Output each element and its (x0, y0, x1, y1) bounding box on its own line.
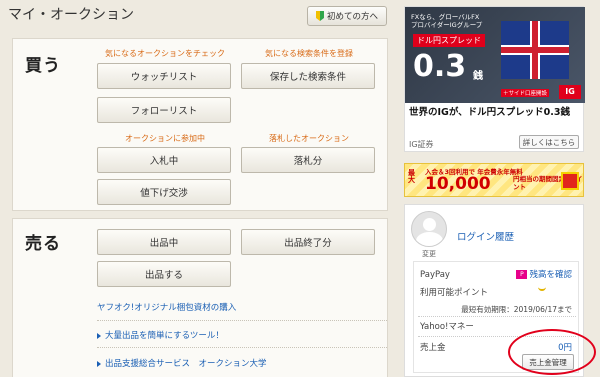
auction-university-label: 出品支援総合サービス オークション大学 (105, 359, 267, 369)
paypay-balance-link[interactable]: P 残高を確認 (516, 268, 572, 280)
avatar-head (423, 218, 436, 231)
caption-saved-search: 気になる検索条件を登録 (265, 49, 353, 58)
ad-label: ドル円スプレッド (413, 34, 485, 47)
avatar-change-label[interactable]: 変更 (405, 249, 453, 259)
tpoint-banner[interactable]: 最大 入会＆3回利用で 年会費永年無料 10,000 円相当の期間固定Tポイント (404, 163, 584, 197)
beginner-guide-button[interactable]: 初めての方へ (307, 6, 387, 26)
caption-watch: 気になるオークションをチェック (105, 49, 225, 58)
saved-search-button[interactable]: 保存した検索条件 (241, 63, 375, 89)
gift-card-icon (561, 172, 579, 190)
points-coin-icon (538, 287, 546, 291)
paypay-balance-label: 残高を確認 (529, 270, 572, 280)
beginner-guide-label: 初めての方へ (326, 12, 378, 22)
sales-amount: 0円 (558, 343, 572, 353)
follow-list-button[interactable]: フォローリスト (97, 97, 231, 123)
wallet-box: PayPay P 残高を確認 利用可能ポイント 最短有効期限：2019/06/1… (413, 261, 579, 373)
divider (97, 347, 387, 348)
bullet-icon (97, 360, 101, 367)
ig-logo-icon: IG (559, 85, 581, 99)
packing-materials-link[interactable]: ヤフオク!オリジナル梱包資材の購入 (97, 301, 236, 313)
available-points-label: 利用可能ポイント (420, 288, 489, 298)
yahoo-money-label: Yahoo!マネー (420, 322, 474, 332)
union-jack-flag-icon (501, 21, 569, 79)
ad-tagline-line2: プロバイダーIGグループ (411, 21, 483, 30)
bidding-button[interactable]: 入札中 (97, 147, 231, 173)
ad-mini-label: ＋サイド口座開設 (501, 89, 550, 97)
bulk-listing-tool-label: 大量出品を簡単にするツール！ (105, 331, 224, 341)
ad-spread-unit: 銭 (473, 71, 483, 82)
bulk-listing-tool-link[interactable]: 大量出品を簡単にするツール！ (97, 329, 224, 341)
negotiation-button[interactable]: 値下げ交渉 (97, 179, 231, 205)
paypay-icon: P (516, 269, 528, 279)
bullet-icon (97, 332, 101, 339)
banner-amount: 10,000 (425, 174, 491, 194)
watchlist-button[interactable]: ウォッチリスト (97, 63, 231, 89)
avatar[interactable] (411, 211, 447, 247)
divider (418, 336, 576, 337)
fx-ad[interactable]: FXなら、グローバルFX プロバイダーIGグループ ドル円スプレッド 0.3 銭… (404, 6, 585, 152)
avatar-body (416, 232, 443, 246)
sell-panel: 売る 出品中 出品終了分 出品する ヤフオク!オリジナル梱包資材の購入 大量出品… (12, 218, 388, 377)
ended-listing-button[interactable]: 出品終了分 (241, 229, 375, 255)
sales-manage-button[interactable]: 売上金管理 (522, 354, 574, 370)
auction-university-link[interactable]: 出品支援総合サービス オークション大学 (97, 357, 267, 369)
listing-button[interactable]: 出品中 (97, 229, 231, 255)
points-expire: 最短有効期限：2019/06/17まで (461, 305, 572, 314)
beginner-mark-icon (315, 11, 324, 21)
caption-bidding: オークションに参加中 (125, 134, 205, 143)
login-history-link[interactable]: ログイン履歴 (457, 229, 514, 243)
ad-tagline: FXなら、グローバルFX プロバイダーIGグループ (411, 13, 482, 30)
ad-headline[interactable]: 世界のIGが、ドル円スプレッド0.3銭 (409, 107, 583, 119)
paypay-label: PayPay (420, 270, 450, 280)
page-title: マイ・オークション (8, 7, 134, 23)
buy-section-title: 買う (25, 56, 61, 76)
banner-side-text: 最大 (408, 169, 415, 184)
sell-section-title: 売る (25, 234, 61, 254)
sales-label: 売上金 (420, 343, 446, 353)
ad-more-button[interactable]: 詳しくはこちら (519, 135, 579, 149)
divider (97, 320, 387, 321)
won-button[interactable]: 落札分 (241, 147, 375, 173)
user-card: 変更 ログイン履歴 PayPay P 残高を確認 利用可能ポイント 最短有効期限… (404, 204, 584, 377)
caption-won: 落札したオークション (269, 134, 349, 143)
divider (418, 316, 576, 317)
list-item-button[interactable]: 出品する (97, 261, 231, 287)
ad-image[interactable]: FXなら、グローバルFX プロバイダーIGグループ ドル円スプレッド 0.3 銭… (405, 7, 585, 103)
ad-source: IG証券 (409, 140, 434, 149)
ad-spread-value: 0.3 (413, 49, 467, 84)
buy-panel: 買う 気になるオークションをチェック 気になる検索条件を登録 ウォッチリスト 保… (12, 38, 388, 211)
